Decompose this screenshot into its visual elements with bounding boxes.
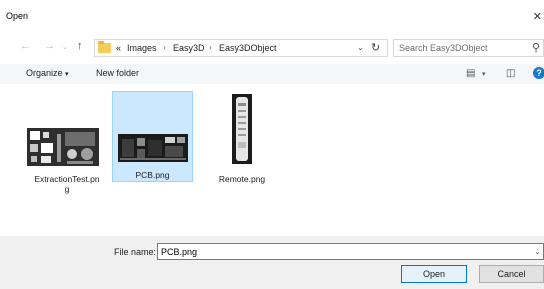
navigation-bar: ← → ⌄ ↑ « Images › Easy3D › Easy3DObject… — [0, 30, 544, 64]
view-options-icon[interactable]: ▤ — [466, 68, 475, 79]
address-bar[interactable]: « Images › Easy3D › Easy3DObject ⌄ ↻ — [94, 39, 388, 57]
breadcrumb-easy3dobject[interactable]: Easy3DObject — [219, 43, 277, 53]
image-thumbnail — [118, 134, 188, 162]
title-bar: Open ✕ — [0, 0, 544, 30]
window-title: Open — [6, 11, 29, 21]
chevron-down-icon[interactable]: ⌄ — [534, 247, 541, 256]
chevron-down-icon[interactable]: ⌄ — [357, 43, 364, 52]
breadcrumb-separator-icon[interactable]: › — [209, 43, 212, 52]
breadcrumb-images[interactable]: Images — [127, 43, 157, 53]
up-arrow-icon[interactable]: ↑ — [77, 40, 83, 52]
search-input[interactable]: Search Easy3DObject — [399, 43, 488, 53]
folder-icon — [98, 41, 111, 53]
file-item-extractiontest[interactable]: ExtractionTest.pn g — [27, 90, 107, 194]
new-folder-button[interactable]: New folder — [96, 68, 139, 78]
help-icon[interactable]: ? — [533, 67, 544, 79]
breadcrumb-overflow[interactable]: « — [116, 43, 121, 53]
file-item-remote[interactable]: Remote.png — [202, 90, 282, 186]
back-arrow-icon[interactable]: ← — [20, 40, 31, 52]
organize-button[interactable]: Organize ▾ — [26, 68, 69, 78]
cancel-button[interactable]: Cancel — [479, 265, 544, 283]
dialog-footer: File name: PCB.png ⌄ Open Cancel — [0, 236, 544, 289]
open-button[interactable]: Open — [401, 265, 467, 283]
organize-label: Organize — [26, 68, 63, 78]
caret-down-icon[interactable]: ▾ — [482, 70, 486, 78]
file-name-value[interactable]: PCB.png — [161, 247, 197, 257]
caret-down-icon: ▾ — [65, 71, 69, 78]
file-name-label: File name: — [114, 247, 157, 257]
file-name-continued: g — [64, 184, 70, 194]
close-icon[interactable]: ✕ — [533, 10, 542, 23]
file-item-pcb[interactable]: PCB.png — [112, 91, 193, 182]
refresh-icon[interactable]: ↻ — [371, 41, 380, 54]
forward-arrow-icon[interactable]: → — [44, 40, 55, 52]
file-name: PCB.png — [135, 170, 170, 180]
file-name: Remote.png — [218, 174, 266, 184]
file-name: ExtractionTest.pn — [34, 174, 100, 184]
search-icon[interactable]: ⚲ — [532, 41, 540, 54]
recent-locations-chevron-icon[interactable]: ⌄ — [62, 43, 68, 51]
preview-pane-icon[interactable]: ◫ — [506, 68, 515, 79]
breadcrumb-easy3d[interactable]: Easy3D — [173, 43, 205, 53]
command-bar: Organize ▾ New folder ▤ ▾ ◫ ? — [0, 64, 544, 84]
search-box[interactable]: Search Easy3DObject ⚲ — [393, 39, 544, 57]
file-list: ExtractionTest.pn g PCB.png Remote.png — [0, 84, 544, 236]
image-thumbnail — [27, 128, 99, 166]
file-name-field[interactable]: PCB.png ⌄ — [157, 243, 544, 260]
breadcrumb-separator-icon[interactable]: › — [163, 43, 166, 52]
image-thumbnail — [232, 94, 252, 164]
